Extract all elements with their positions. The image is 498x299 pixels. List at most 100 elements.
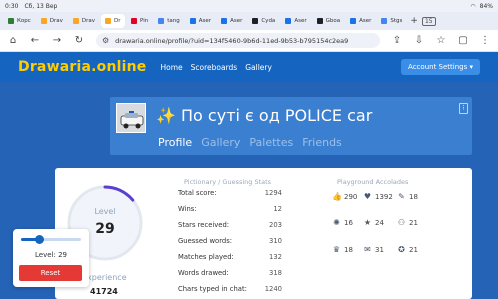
brush-icon: ✎ [398,192,405,201]
browser-tab[interactable]: Aser [217,14,246,28]
browser-tab-label: Pin [140,18,149,24]
tab-favicon-icon [72,18,79,24]
slider-thumb[interactable] [34,235,44,244]
browser-tab-label: Корс [17,18,31,24]
accolade-item: ★ 24 [363,218,384,227]
browser-tab[interactable]: tang [154,14,184,28]
new-tab-icon[interactable]: + [410,16,418,26]
overlay-level-text: Level: 29 [35,251,67,259]
stat-value: 132 [269,253,282,261]
trophy-icon: ♛ [332,245,341,254]
download-icon[interactable]: ⇩ [414,35,424,46]
level-label: Level [94,207,116,216]
accolade-count: 21 [409,218,418,227]
nav-link-home[interactable]: Home [160,63,182,72]
medal-icon: ✪ [398,245,405,254]
level-value: 29 [95,221,115,237]
accolade-item: ♛ 18 [332,245,353,254]
tab-profile[interactable]: Profile [158,136,192,149]
clock: 0:30 [5,2,19,10]
browser-tab[interactable]: Aser [281,14,310,28]
stat-label: Words drawed: [178,269,229,277]
accolade-item: ✺ 16 [332,218,353,227]
url-text: drawaria.online/profile/?uid=134f5460-9b… [115,36,349,45]
tab-favicon-icon [350,18,357,24]
tabs-icon[interactable]: ▢ [458,35,468,46]
browser-tab-label: Gboa [325,18,341,24]
wifi-icon: ◠ [470,2,476,10]
bookmark-icon[interactable]: ☆ [436,35,446,46]
browser-tab-label: Aser [230,18,243,24]
reload-icon[interactable]: ↻ [74,35,84,46]
browser-tab[interactable]: Drav [69,14,99,28]
stat-row: Guessed words: 310 [178,237,282,245]
stat-row: Matches played: 132 [178,253,282,261]
tab-friends[interactable]: Friends [302,136,342,149]
site-info-icon[interactable]: ⚙ [102,36,109,45]
address-bar[interactable]: ⚙ drawaria.online/profile/?uid=134f5460-… [96,33,380,48]
browser-tab[interactable]: Gboa [313,14,345,28]
stat-row: Chars typed in chat: 1240 [178,285,282,293]
share-icon[interactable]: ⇪ [392,35,402,46]
accolade-count: 1392 [375,192,393,201]
accolade-item: ✉ 31 [363,245,384,254]
forward-icon[interactable]: → [52,35,62,46]
browser-tab[interactable]: Корс [4,14,35,28]
browser-tab[interactable]: Aser [186,14,215,28]
nav-link-scoreboards[interactable]: Scoreboards [191,63,238,72]
profile-name: По суті є од POLICE car [181,106,373,125]
browser-tab[interactable]: Pin [127,14,152,28]
experience-value: 41724 [90,287,118,296]
accolade-item: ♥ 1392 [363,192,393,201]
menu-icon[interactable]: ⋮ [480,35,490,46]
status-icons: ◠ 84% [470,3,493,10]
site-navbar: Drawaria.online Home Scoreboards Gallery… [0,52,498,82]
profile-title: ✨ По суті є од POLICE car [156,106,372,125]
stat-label: Chars typed in chat: [178,285,247,293]
browser-tab[interactable]: Cyda [248,14,279,28]
stat-label: Matches played: [178,253,234,261]
browser-tab-label: Aser [198,18,212,24]
stat-value: 203 [269,221,282,229]
browser-tab-strip: Корс Drav Drav Dr Pin tang Aser Aser Cyda Aser Gbo… [0,12,498,30]
accolade-count: 290 [344,192,358,201]
stat-value: 310 [269,237,282,245]
home-icon[interactable]: ⌂ [8,35,18,46]
stat-row: Words drawed: 318 [178,269,282,277]
accolades-title: Playground Accolades [337,178,409,186]
browser-tab[interactable]: Dr [101,14,126,28]
system-status-bar: 0:30 Сб, 13 Вер ◠ 84% [0,0,498,12]
tab-favicon-icon [381,18,388,24]
browser-tab-label: Cyda [261,18,276,24]
browser-tab-label: Drav [49,18,63,24]
tab-favicon-icon [158,18,165,24]
browser-tab-label: tang [167,18,180,24]
nav-link-gallery[interactable]: Gallery [245,63,272,72]
stat-label: Stars received: [178,221,230,229]
gift-icon: ✉ [364,245,371,254]
browser-tab-label: Aser [359,18,372,24]
tab-count[interactable]: 15 [421,16,436,26]
accolade-item: ✪ 21 [397,245,418,254]
browser-tab[interactable]: Stgs [377,14,406,28]
tab-palettes[interactable]: Palettes [249,136,293,149]
avatar[interactable] [116,103,146,133]
stat-row: Stars received: 203 [178,221,282,229]
account-settings-button[interactable]: Account Settings ▾ [401,59,480,75]
accolade-count: 16 [344,218,353,227]
back-icon[interactable]: ← [30,35,40,46]
stat-label: Guessed words: [178,237,233,245]
battery-level: 84% [479,2,493,10]
profile-menu-button[interactable]: ⁝ [459,103,468,114]
site-logo[interactable]: Drawaria.online [18,59,146,75]
browser-tab-label: Drav [81,18,96,24]
reset-button[interactable]: Reset [19,265,82,281]
browser-tab[interactable]: Drav [37,14,67,28]
tab-gallery[interactable]: Gallery [201,136,240,149]
level-slider[interactable] [21,235,81,244]
accolade-count: 24 [375,218,384,227]
accolade-item: 👍 290 [332,192,357,201]
browser-tab[interactable]: Aser [346,14,375,28]
stat-value: 12 [273,205,282,213]
tab-favicon-icon [131,18,138,24]
